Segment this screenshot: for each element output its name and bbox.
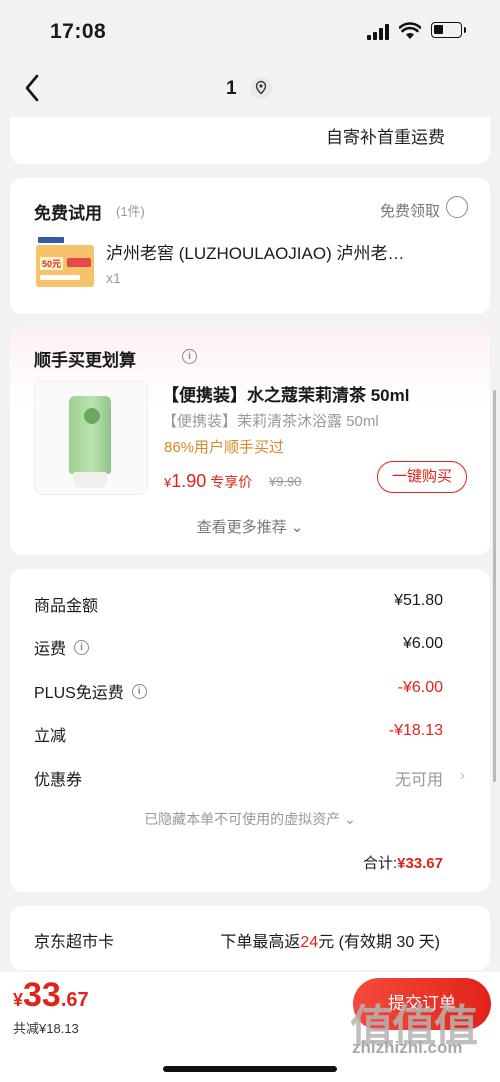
scrollbar[interactable] [493, 390, 496, 782]
recommend-product-name[interactable]: 【便携装】水之蔻茉莉清茶 50ml [162, 381, 409, 406]
free-trial-quantity: x1 [106, 270, 121, 286]
checkout-total: ¥33.67 [13, 976, 89, 1014]
hidden-assets-toggle[interactable]: 已隐藏本单不可使用的虚拟资产 ⌄ [10, 809, 490, 829]
shipping-fee-text: 自寄补首重运费 [326, 128, 445, 147]
nav-bar: 1 [0, 62, 500, 117]
recommend-sold-rate: 86%用户顺手买过 [164, 439, 285, 456]
info-icon[interactable]: i [182, 349, 197, 364]
shipping-amount: ¥6.00 [402, 635, 443, 652]
supermarket-card-title: 京东超市卡 [34, 934, 115, 951]
status-time: 17:08 [50, 20, 107, 43]
home-indicator[interactable] [163, 1066, 337, 1072]
tube-image [69, 396, 111, 474]
recommend-price: ¥1.90 专享价 [164, 471, 253, 491]
supermarket-card-cashback: 下单最高返24元 (有效期 30 天) [220, 934, 440, 951]
order-summary-card: 商品金额 ¥51.80 运费 i ¥6.00 PLUS免运费 i -¥6.00 立减… [10, 569, 490, 892]
summary-row-instant-discount: 立减 -¥18.13 [34, 722, 443, 745]
brand-logo-icon [38, 237, 64, 243]
supermarket-card-row[interactable]: 京东超市卡 下单最高返24元 (有效期 30 天) [10, 906, 490, 970]
signal-icon [367, 24, 391, 40]
nav-address-count: 1 [226, 78, 237, 99]
coupon-value: 无可用 [394, 772, 443, 789]
recommendation-title: 顺手买更划算 i [34, 346, 197, 371]
free-trial-card: 免费试用 (1件) 免费领取 50元 泸州老窖 (LUZHOULAOJIAO) … [10, 178, 490, 314]
free-trial-count: (1件) [116, 204, 145, 219]
order-total-value: ¥33.67 [397, 855, 443, 872]
bottom-checkout-bar: ¥33.67 共减¥18.13 提交订单 [0, 972, 500, 1082]
battery-icon [431, 22, 466, 38]
summary-row-goods: 商品金额 ¥51.80 [34, 592, 443, 615]
plus-discount-amount: -¥6.00 [397, 679, 443, 696]
submit-order-button[interactable]: 提交订单 [353, 978, 491, 1030]
wifi-icon [399, 22, 421, 39]
chevron-right-icon: › [460, 767, 465, 784]
summary-row-coupon[interactable]: 优惠券 无可用 › [34, 766, 465, 790]
exclusive-price-tag: 专享价 [210, 474, 253, 490]
instant-discount-amount: -¥18.13 [388, 722, 443, 739]
info-icon[interactable]: i [131, 684, 147, 700]
status-bar: 17:08 [0, 0, 500, 62]
summary-row-shipping: 运费 i ¥6.00 [34, 635, 443, 658]
free-trial-title: 免费试用 [34, 204, 102, 223]
location-pin-icon[interactable] [250, 77, 272, 99]
more-recommendations-link[interactable]: 查看更多推荐 ⌄ [10, 516, 490, 537]
info-icon[interactable]: i [74, 640, 90, 656]
recommend-original-price: ¥9.90 [269, 474, 302, 489]
order-total: 合计:¥33.67 [362, 855, 443, 872]
goods-amount: ¥51.80 [394, 592, 443, 609]
free-claim-radio[interactable] [446, 196, 468, 218]
free-trial-product-name[interactable]: 泸州老窖 (LUZHOULAOJIAO) 泸州老… [106, 239, 446, 264]
total-savings: 共减¥18.13 [13, 1021, 79, 1036]
one-click-buy-button[interactable]: 一键购买 [377, 461, 467, 493]
free-trial-product-image[interactable]: 50元 [34, 235, 96, 297]
recommend-product-image[interactable] [34, 381, 148, 495]
free-claim-label[interactable]: 免费领取 [380, 200, 440, 221]
voucher-image: 50元 [36, 245, 94, 287]
recommend-product-subtitle: 【便携装】茉莉清茶沐浴露 50ml [162, 413, 379, 430]
summary-row-plus-free-shipping: PLUS免运费 i -¥6.00 [34, 679, 443, 702]
recommendation-card: 顺手买更划算 i 【便携装】水之蔻茉莉清茶 50ml 【便携装】茉莉清茶沐浴露 … [10, 326, 490, 555]
back-arrow-icon[interactable] [22, 70, 46, 106]
voucher-badge: 50元 [40, 257, 64, 270]
